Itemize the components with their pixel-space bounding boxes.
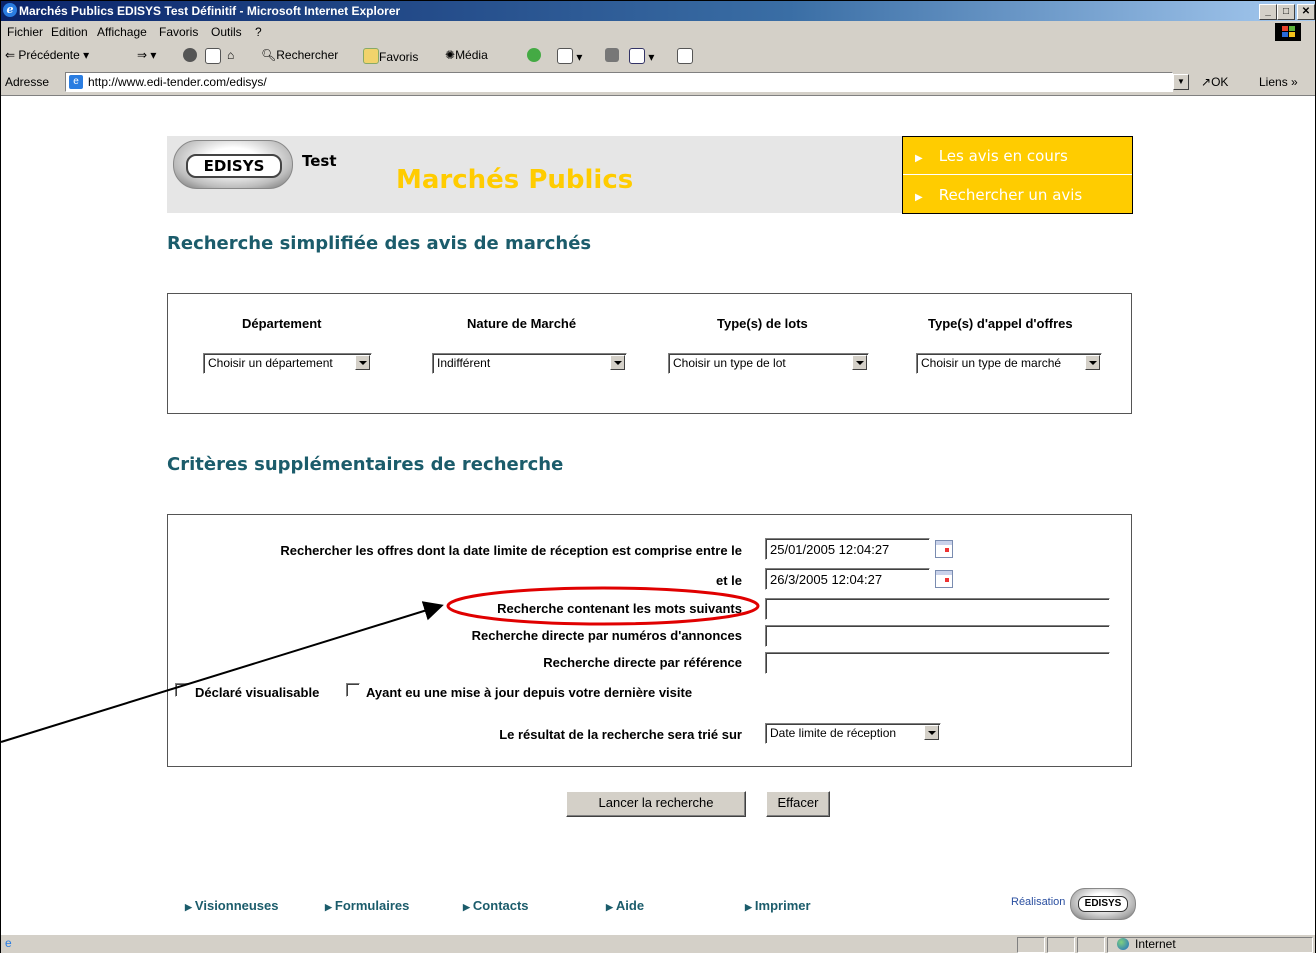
annotation-overlay: [0, 586, 760, 743]
annotation-arrow: [0, 601, 444, 743]
highlight-ellipse: [446, 586, 760, 626]
